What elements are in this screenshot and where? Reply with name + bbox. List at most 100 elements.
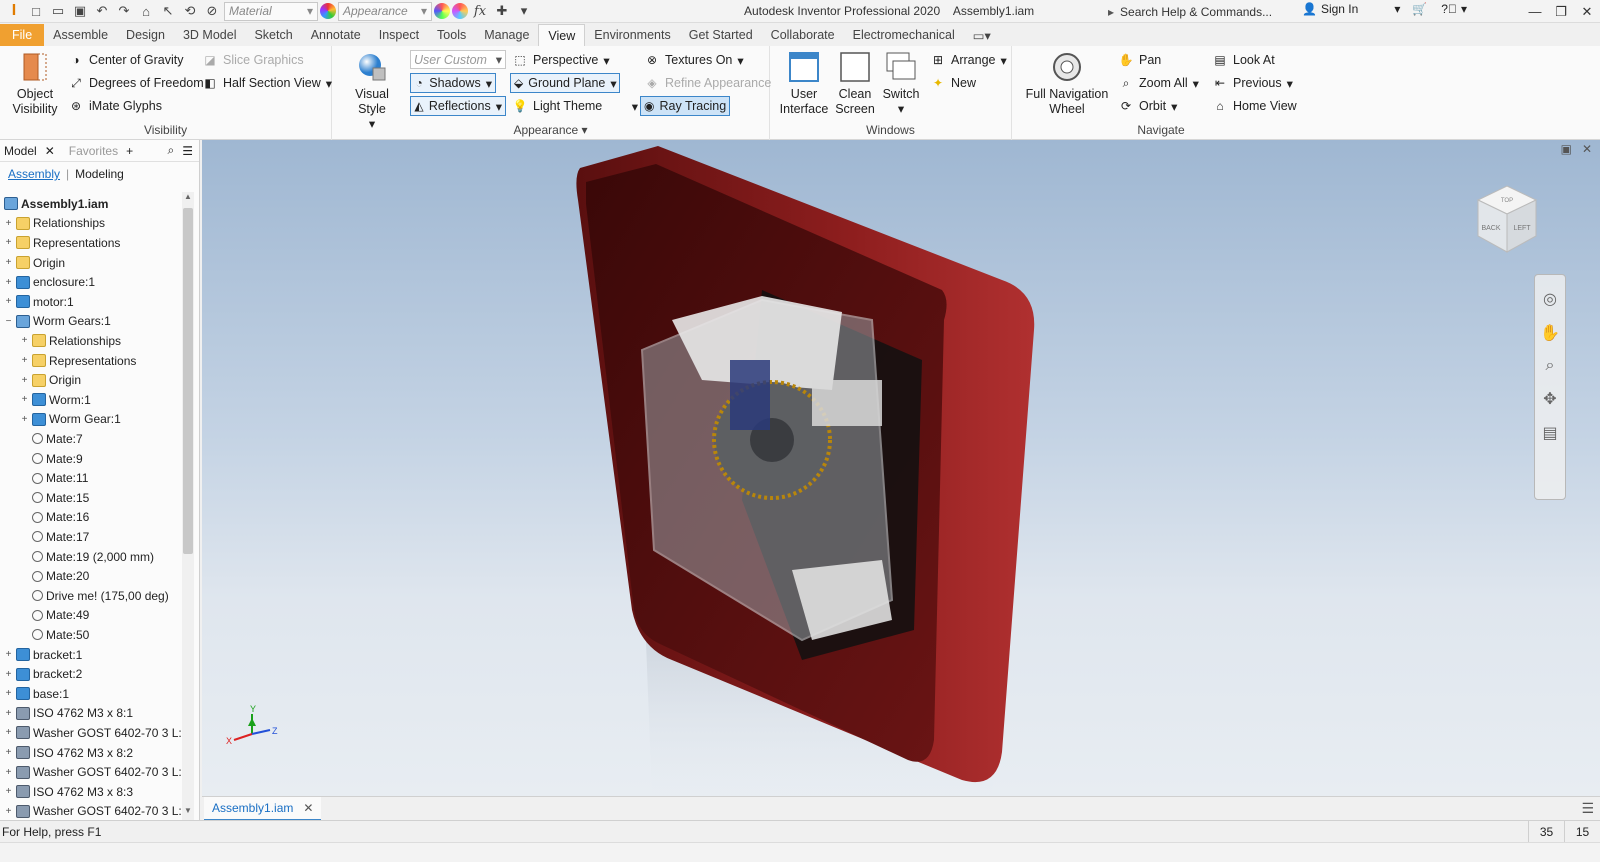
collapse-icon[interactable]: −	[4, 316, 13, 326]
tree-item[interactable]: Mate:20	[20, 566, 89, 586]
tab-get-started[interactable]: Get Started	[680, 24, 762, 46]
tab-inspect[interactable]: Inspect	[370, 24, 428, 46]
fx-parameters-icon[interactable]: fx	[470, 1, 490, 21]
tree-item[interactable]: + Relationships	[4, 214, 105, 234]
slice-graphics-button[interactable]: ◪ Slice Graphics	[202, 52, 303, 68]
expand-icon[interactable]: +	[4, 669, 13, 679]
imate-glyphs-button[interactable]: ⊛ iMate Glyphs	[68, 98, 162, 114]
orbit-icon[interactable]: ✥	[1543, 389, 1556, 409]
object-visibility-button[interactable]: Object Visibility	[8, 50, 62, 117]
home-view-button[interactable]: ⌂ Home View	[1212, 98, 1296, 114]
tab-file[interactable]: File	[0, 24, 45, 46]
tree-item[interactable]: + Origin	[20, 370, 81, 390]
tab-assemble[interactable]: Assemble	[44, 24, 117, 46]
cart-icon[interactable]: 🛒	[1412, 2, 1427, 16]
expand-icon[interactable]: +	[20, 395, 29, 405]
tree-item[interactable]: + Washer GOST 6402-70 3 L:3	[4, 802, 182, 820]
tree-item[interactable]: + Representations	[20, 351, 137, 371]
tree-item[interactable]: Mate:19 (2,000 mm)	[20, 547, 154, 567]
user-interface-button[interactable]: User Interface	[776, 50, 832, 117]
help-dropdown-icon[interactable]: ▾	[1461, 2, 1467, 16]
open-folder-icon[interactable]: ▭	[48, 1, 68, 21]
help-icon[interactable]: ?⃝	[1441, 2, 1457, 16]
expand-icon[interactable]: +	[4, 258, 13, 268]
select-icon[interactable]: ↖	[158, 1, 178, 21]
tree-item[interactable]: + ISO 4762 M3 x 8:1	[4, 704, 133, 724]
expand-icon[interactable]: +	[4, 748, 13, 758]
tab-design[interactable]: Design	[117, 24, 174, 46]
home-icon[interactable]: ⌂	[136, 1, 156, 21]
subtab-assembly[interactable]: Assembly	[8, 167, 60, 181]
visual-style-button[interactable]: Visual Style ▾	[340, 50, 404, 132]
zoom-icon[interactable]: ⌕	[1546, 357, 1555, 375]
perspective-button[interactable]: ⬚ Perspective ▾	[512, 52, 609, 68]
tree-item[interactable]: + Washer GOST 6402-70 3 L:1	[4, 723, 182, 743]
tree-item[interactable]: − Worm Gears:1	[4, 312, 111, 332]
tree-item[interactable]: + motor:1	[4, 292, 74, 312]
look-at-button[interactable]: ▤ Look At	[1212, 52, 1274, 68]
scroll-down-icon[interactable]: ▼	[182, 806, 194, 820]
expand-icon[interactable]: +	[4, 787, 13, 797]
close-icon[interactable]: ✕	[45, 144, 55, 158]
tree-item[interactable]: + Relationships	[20, 331, 121, 351]
tree-item[interactable]: + bracket:1	[4, 645, 83, 665]
redo-icon[interactable]: ↷	[114, 1, 134, 21]
update-icon[interactable]: ⟲	[180, 1, 200, 21]
light-theme-dropdown[interactable]: 💡 Light Theme ▾	[512, 98, 638, 114]
reflections-button[interactable]: ◭ Reflections ▾	[410, 96, 506, 116]
tree-item[interactable]: + bracket:2	[4, 664, 83, 684]
orbit-button[interactable]: ⟳ Orbit ▾	[1118, 98, 1177, 114]
expand-icon[interactable]: +	[4, 689, 13, 699]
tree-item[interactable]: + Origin	[4, 253, 65, 273]
look-at-icon[interactable]: ▤	[1542, 423, 1557, 443]
tab-model[interactable]: Model	[4, 144, 37, 158]
arrange-button[interactable]: ⊞ Arrange ▾	[930, 52, 1007, 68]
clean-screen-button[interactable]: Clean Screen	[832, 50, 878, 117]
material-dropdown[interactable]: Material ▾	[224, 1, 318, 21]
switch-button[interactable]: Switch ▾	[878, 50, 924, 117]
close-icon[interactable]: ✕	[303, 801, 313, 815]
menu-icon[interactable]: ☰	[182, 144, 193, 158]
previous-view-button[interactable]: ⇤ Previous ▾	[1212, 75, 1293, 91]
expand-icon[interactable]: +	[4, 297, 13, 307]
tab-collaborate[interactable]: Collaborate	[762, 24, 844, 46]
expand-icon[interactable]: +	[4, 277, 13, 287]
expand-icon[interactable]: +	[4, 238, 13, 248]
save-icon[interactable]: ▣	[70, 1, 90, 21]
tree-item[interactable]: + Worm:1	[20, 390, 91, 410]
tree-item[interactable]: + Worm Gear:1	[20, 410, 121, 430]
appearance-dropdown[interactable]: Appearance ▾	[338, 1, 432, 21]
no-entry-icon[interactable]: ⊘	[202, 1, 222, 21]
center-of-gravity-button[interactable]: ◑ Center of Gravity	[68, 52, 183, 68]
add-tab-icon[interactable]: +	[126, 144, 133, 158]
expand-icon[interactable]: +	[20, 375, 29, 385]
tab-electromechanical[interactable]: Electromechanical	[844, 24, 964, 46]
tree-item[interactable]: + ISO 4762 M3 x 8:3	[4, 782, 133, 802]
customize-qat-icon[interactable]: ▾	[514, 1, 534, 21]
search-icon[interactable]: ⌕	[168, 143, 175, 158]
user-custom-dropdown[interactable]: User Custom ▾	[410, 50, 506, 69]
tab-3d-model[interactable]: 3D Model	[174, 24, 246, 46]
pan-hand-icon[interactable]: ✋	[1540, 323, 1560, 343]
tree-item[interactable]: Mate:16	[20, 508, 89, 528]
tab-environments[interactable]: Environments	[585, 24, 679, 46]
inventor-logo-icon[interactable]: I	[4, 1, 24, 21]
tab-tools[interactable]: Tools	[428, 24, 475, 46]
sign-in-button[interactable]: 👤 Sign In ▾ 🛒 ?⃝ ▾	[1302, 2, 1467, 16]
close-icon[interactable]: ✕	[1574, 0, 1600, 23]
tree-item[interactable]: Mate:9	[20, 449, 83, 469]
browser-scrollbar[interactable]: ▲ ▼	[182, 192, 194, 820]
tab-annotate[interactable]: Annotate	[302, 24, 370, 46]
subtab-modeling[interactable]: Modeling	[75, 167, 124, 181]
appearance-panel-title[interactable]: Appearance ▾	[332, 123, 769, 137]
half-section-view-button[interactable]: ◧ Half Section View ▾	[202, 75, 332, 91]
textures-on-button[interactable]: ⊗ Textures On ▾	[644, 52, 744, 68]
tree-item[interactable]: Mate:17	[20, 527, 89, 547]
undo-icon[interactable]: ↶	[92, 1, 112, 21]
expand-icon[interactable]: +	[4, 650, 13, 660]
maximize-viewport-icon[interactable]: ▣	[1561, 142, 1572, 156]
tree-item[interactable]: Drive me! (175,00 deg)	[20, 586, 169, 606]
zoom-all-button[interactable]: ⌕ Zoom All ▾	[1118, 75, 1199, 91]
ground-plane-button[interactable]: ⬙ Ground Plane ▾	[510, 73, 620, 93]
shadows-button[interactable]: ◔ Shadows ▾	[410, 73, 496, 93]
